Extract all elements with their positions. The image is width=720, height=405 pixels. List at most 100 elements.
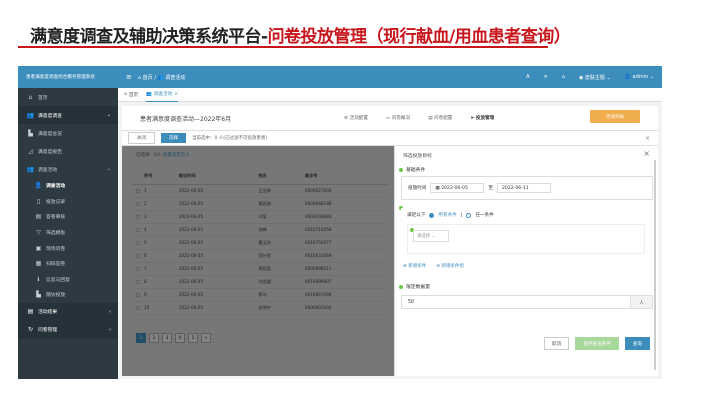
breadcrumb: ⌂ 首页 / 👥 调查活动 — [137, 74, 186, 81]
info-icon: ℹ — [37, 275, 40, 283]
sidebar-item-label: 答卷审核 — [46, 215, 66, 221]
nav-activity-config[interactable]: ⚙ 活动配置 — [344, 115, 368, 121]
radio-any[interactable] — [466, 212, 472, 218]
time-label: 投放时间 — [408, 186, 427, 191]
sidebar-item-label: 问卷管理 — [38, 328, 58, 334]
sidebar-sub-scan[interactable]: ▦ 扫码答卷 — [18, 256, 118, 272]
nav-label: 投放管理 — [475, 116, 495, 121]
filter-bar: 关闭 选择 当前选中：0 人(已过滤不可投放患者) × — [122, 130, 658, 146]
slide-title-accent: 问卷投放管理（现行献血/用血患者查询） — [267, 27, 571, 47]
sidebar-item-overview[interactable]: ▙ 满意度总览 — [18, 124, 118, 142]
date-separator: 至 — [488, 186, 493, 191]
section-label: 基础条件 — [406, 168, 426, 173]
query-button[interactable]: 查询 — [624, 337, 650, 350]
activity-nav: ⚙ 活动配置 ▭ 问卷概况 ▤ 问卷配置 ➤ 投放管理 — [344, 115, 494, 121]
close-button[interactable]: 关闭 — [128, 132, 155, 144]
calendar-icon: ▦ — [435, 185, 440, 191]
refresh-icon: ↻ — [27, 326, 34, 334]
sidebar-item-label: 扫码答卷 — [46, 262, 66, 268]
home-icon[interactable]: ⌂ — [562, 74, 565, 80]
nav-distribution[interactable]: ➤ 投放管理 — [470, 115, 494, 121]
add-condition-link[interactable]: ⊕ 新增条件 — [403, 263, 426, 269]
condition-select[interactable]: 请选择 ⌄ — [413, 230, 449, 242]
bookmark-icon: ▯ — [36, 197, 41, 205]
save-query-button[interactable]: 保存查询条件 — [575, 337, 619, 350]
divider: | — [460, 212, 463, 218]
home-icon: ⌂ — [124, 92, 127, 97]
sidebar-sub-filter[interactable]: ▽ 筛选模板 — [18, 225, 118, 241]
sidebar-item-label: 信息与回复 — [46, 277, 70, 283]
close-icon[interactable]: × — [174, 92, 178, 97]
close-icon[interactable]: × — [645, 135, 650, 142]
opt-any-label: 任一条件 — [475, 213, 494, 218]
sidebar-item-label: 活动结果 — [38, 310, 58, 316]
sidebar-item-label: 满意度报告 — [38, 149, 62, 155]
filter-icon: ▽ — [36, 229, 41, 237]
sidebar-item-label: 满意度调查 — [38, 113, 62, 119]
match-label: 满足以下 — [407, 213, 426, 218]
sidebar-sub-onsite[interactable]: ▣ 现场问卷 — [18, 240, 118, 256]
theme-label: 皮肤主题 — [584, 74, 605, 81]
select-placeholder: 请选择 — [417, 234, 431, 239]
radio-all[interactable] — [429, 212, 435, 218]
nav-label: 问卷配置 — [434, 116, 453, 121]
app-screenshot: 患者满意度调查综合服务管理系统 ≡ ⌂ 首页 / 👥 调查活动 A ✕ ⌂ ◉ … — [18, 66, 662, 379]
monitor-icon: ▭ — [385, 116, 391, 121]
top-navbar: 患者满意度调查综合服务管理系统 ≡ ⌂ 首页 / 👥 调查活动 A ✕ ⌂ ◉ … — [18, 66, 662, 88]
doc-icon: ▤ — [428, 116, 433, 121]
sidebar-sub-review[interactable]: ▤ 答卷审核 — [18, 209, 118, 225]
doc-icon: ▣ — [35, 244, 42, 252]
fullscreen-icon[interactable]: ✕ — [544, 74, 548, 80]
user-menu[interactable]: 👤 admin ⌄ — [625, 74, 654, 80]
theme-menu[interactable]: ◉ 皮肤主题 ⌄ — [579, 74, 611, 81]
close-icon[interactable]: × — [643, 149, 650, 158]
sidebar-item-report[interactable]: ◿ 满意度报告 — [18, 142, 118, 160]
tab-activity[interactable]: 👥 调查活动 × — [146, 88, 179, 102]
activity-list-button[interactable]: 活动列表 — [590, 110, 640, 123]
sidebar-item-activity[interactable]: 👥 调查活动 ⌄ — [18, 160, 118, 178]
users-icon: 👥 — [146, 91, 152, 97]
add-condition-group-link[interactable]: ⊕ 新增条件组 — [436, 263, 464, 269]
font-size-button[interactable]: A — [526, 74, 529, 80]
add-icon: ⊕ — [436, 264, 440, 269]
users-icon: 👥 — [157, 74, 164, 81]
home-icon: ⌂ — [28, 93, 33, 101]
sidebar-group-survey[interactable]: 👥 满意度调查 ⌄ — [18, 106, 118, 124]
users-icon: 👥 — [26, 111, 35, 119]
grid-icon: ▦ — [35, 260, 42, 268]
chevron-left-icon: ‹ — [109, 326, 111, 333]
sidebar-group-questionnaire[interactable]: ↻ 问卷管理 ‹ — [18, 320, 118, 339]
sidebar-item-label: 随访投放 — [46, 293, 66, 299]
hamburger-icon[interactable]: ≡ — [126, 73, 132, 81]
limit-value: 50 — [408, 299, 415, 305]
link-label: 新增条件 — [408, 264, 427, 269]
date-from-input[interactable]: ▦ 2022-06-05 — [430, 183, 485, 193]
modal-title: 筛选投放目标 — [403, 154, 432, 159]
settings-icon: ⚙ — [344, 116, 349, 121]
date-from-value: 2022-06-05 — [441, 185, 468, 191]
sidebar-item-home[interactable]: ⌂ 首页 — [18, 88, 118, 106]
limit-input[interactable]: 50 人 — [401, 295, 653, 309]
sidebar-group-results[interactable]: ▤ 活动结果 ‹ — [18, 302, 118, 321]
sidebar-item-label: 调查活动 — [38, 167, 58, 173]
sidebar-sub-records[interactable]: ▯ 投放记录 — [18, 194, 118, 210]
breadcrumb-home[interactable]: 首页 — [143, 75, 153, 81]
sidebar-sub-followup[interactable]: ▙ 随访投放 — [18, 287, 118, 303]
cancel-button[interactable]: 取消 — [544, 337, 570, 350]
select-button[interactable]: 选择 — [161, 133, 186, 143]
nav-questionnaire-config[interactable]: ▤ 问卷配置 — [428, 115, 452, 121]
sidebar-item-label: 满意度总览 — [38, 131, 62, 137]
chart-icon: ▙ — [28, 129, 33, 137]
graph-icon: ◿ — [28, 147, 33, 155]
date-to-input[interactable]: 2022-06-11 — [497, 183, 551, 193]
scrollbar[interactable] — [654, 160, 656, 370]
slide-title-main: 满意度调查及辅助决策系统平台- — [30, 27, 268, 47]
date-to-value: 2022-06-11 — [502, 185, 529, 191]
sidebar-sub-activity[interactable]: 👤 调查活动 — [18, 178, 118, 194]
sidebar-sub-info[interactable]: ℹ 信息与回复 — [18, 272, 118, 288]
nav-label: 活动配置 — [349, 116, 368, 121]
app-brand[interactable]: 患者满意度调查综合服务管理系统 — [18, 74, 118, 80]
page-tabs: ⌂ 首页 👥 调查活动 × — [118, 88, 662, 102]
tab-home[interactable]: ⌂ 首页 — [124, 92, 138, 98]
nav-overview[interactable]: ▭ 问卷概况 — [386, 115, 410, 121]
